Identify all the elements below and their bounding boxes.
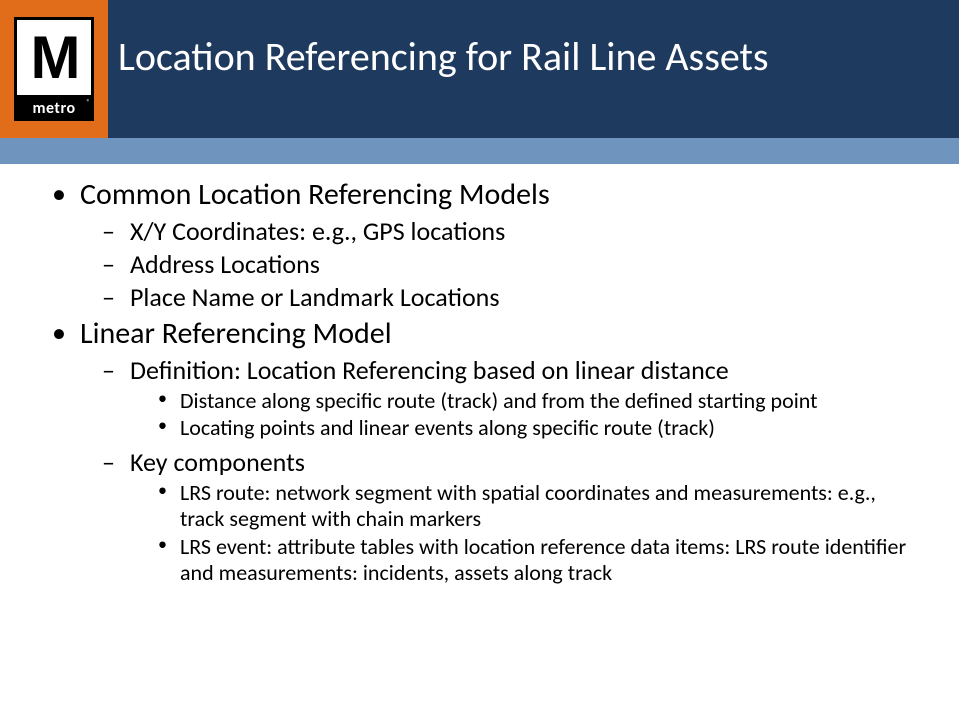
header-bg-accent <box>0 138 959 164</box>
metro-logo: M metro ® <box>14 17 94 121</box>
slide-title: Location Referencing for Rail Line Asset… <box>118 32 939 81</box>
logo-letter: M <box>31 28 78 88</box>
slide-content: Common Location Referencing Models X/Y C… <box>0 164 959 586</box>
registered-icon: ® <box>86 97 90 106</box>
logo-strip: M metro ® <box>0 0 108 138</box>
logo-text-area: metro ® <box>14 95 94 121</box>
bullet-lvl3: Distance along specific route (track) an… <box>180 388 911 414</box>
bullet-lvl2: Definition: Location Referencing based o… <box>130 354 911 442</box>
bullet-lvl3: Locating points and linear events along … <box>180 415 911 441</box>
bullet-lvl1: Common Location Referencing Models X/Y C… <box>80 176 911 313</box>
bullet-lvl3: LRS route: network segment with spatial … <box>180 480 911 533</box>
bullet-lvl2: X/Y Coordinates: e.g., GPS locations <box>130 215 911 247</box>
bullet-lvl2: Key components LRS route: network segmen… <box>130 446 911 587</box>
bullet-text: Place Name or Landmark Locations <box>130 281 499 313</box>
bullet-lvl2: Place Name or Landmark Locations <box>130 281 911 313</box>
bullet-lvl1: Linear Referencing Model Definition: Loc… <box>80 315 911 586</box>
bullet-text: Common Location Referencing Models <box>80 176 550 213</box>
bullet-text: Linear Referencing Model <box>80 315 392 352</box>
logo-m-area: M <box>17 20 91 95</box>
logo-word: metro <box>32 99 75 118</box>
bullet-text: Locating points and linear events along … <box>180 414 715 441</box>
bullet-text: Key components <box>130 446 305 478</box>
bullet-text: Definition: Location Referencing based o… <box>130 354 729 386</box>
bullet-text: LRS route: network segment with spatial … <box>180 479 876 532</box>
bullet-text: Address Locations <box>130 248 320 280</box>
bullet-lvl3: LRS event: attribute tables with locatio… <box>180 534 911 587</box>
bullet-lvl2: Address Locations <box>130 248 911 280</box>
bullet-text: Distance along specific route (track) an… <box>180 387 817 414</box>
bullet-text: X/Y Coordinates: e.g., GPS locations <box>130 215 505 247</box>
slide-header: M metro ® Location Referencing for Rail … <box>0 0 959 164</box>
bullet-text: LRS event: attribute tables with locatio… <box>180 533 906 586</box>
